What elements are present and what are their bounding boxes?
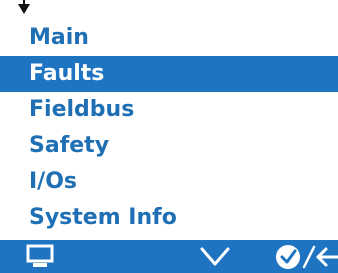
menu-item-fieldbus[interactable]: Fieldbus: [0, 92, 338, 128]
monitor-icon[interactable]: [25, 240, 55, 273]
menu-item-main[interactable]: Main: [0, 20, 338, 56]
menu-screen: Main Faults Fieldbus Safety I/Os System …: [0, 0, 338, 273]
softkey-bar: [0, 240, 338, 273]
menu-item-ios[interactable]: I/Os: [0, 164, 338, 200]
menu-item-safety[interactable]: Safety: [0, 128, 338, 164]
main-menu: Main Faults Fieldbus Safety I/Os System …: [0, 20, 338, 236]
chevron-down-icon[interactable]: [198, 240, 232, 273]
menu-item-system-info[interactable]: System Info: [0, 200, 338, 236]
confirm-back-softkey[interactable]: [274, 240, 338, 273]
menu-item-faults[interactable]: Faults: [0, 56, 338, 92]
